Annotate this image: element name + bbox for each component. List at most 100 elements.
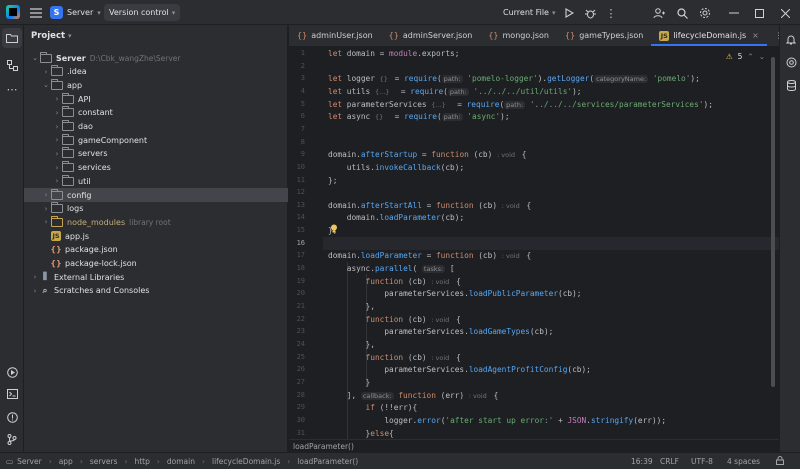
- navigation-path[interactable]: Server › app › servers › http › domain › lifecycle…: [17, 457, 358, 466]
- code-line[interactable]: function (cb) : void {: [328, 315, 461, 324]
- tree-item[interactable]: › ⌕ Scratches and Consoles: [24, 284, 288, 298]
- code-line[interactable]: domain.loadParameter(cb);: [328, 213, 464, 222]
- add-user-icon[interactable]: [648, 2, 670, 24]
- line-number[interactable]: 4: [289, 87, 305, 95]
- line-number[interactable]: 10: [289, 163, 305, 171]
- line-number[interactable]: 14: [289, 213, 305, 221]
- line-number[interactable]: 21: [289, 302, 305, 310]
- code-line[interactable]: ], callback: function (err) : void {: [328, 391, 498, 400]
- path-segment[interactable]: http: [134, 457, 149, 466]
- terminal-icon[interactable]: [2, 384, 22, 404]
- code-line[interactable]: let logger {} = require(path: 'pomelo-lo…: [328, 74, 700, 84]
- maximize-icon[interactable]: [748, 2, 770, 24]
- editor-tab[interactable]: {} adminUser.json: [289, 25, 381, 46]
- problems-icon[interactable]: [2, 407, 22, 427]
- chevron-right-icon[interactable]: ›: [41, 218, 51, 226]
- search-icon[interactable]: [671, 2, 693, 24]
- line-number[interactable]: 1: [289, 49, 305, 57]
- tree-item[interactable]: JS app.js: [24, 229, 288, 243]
- code-line[interactable]: async.parallel( tasks: [: [328, 264, 455, 274]
- path-segment[interactable]: loadParameter(): [297, 457, 358, 466]
- path-segment[interactable]: app: [59, 457, 73, 466]
- code-line[interactable]: let parameterServices {...} = require(pa…: [328, 100, 713, 109]
- line-number[interactable]: 13: [289, 201, 305, 209]
- debug-icon[interactable]: [579, 2, 601, 24]
- chevron-down-icon[interactable]: ⌄: [30, 54, 40, 62]
- editor-breadcrumb[interactable]: loadParameter(): [289, 439, 779, 452]
- tree-item[interactable]: › servers: [24, 147, 288, 161]
- chevron-up-icon[interactable]: ⌃: [747, 52, 753, 61]
- ai-assistant-icon[interactable]: [781, 52, 800, 72]
- project-selector[interactable]: S Server ▾: [50, 4, 101, 21]
- tree-item[interactable]: › gameComponent: [24, 133, 288, 147]
- caret-position[interactable]: 16:39: [631, 457, 653, 466]
- close-tab-icon[interactable]: ×: [752, 31, 759, 40]
- chevron-right-icon[interactable]: ›: [52, 136, 62, 144]
- code-line[interactable]: domain.loadParameter = function (cb) : v…: [328, 251, 531, 260]
- code-line[interactable]: logger.error('after start up error:' + J…: [328, 416, 666, 425]
- breadcrumb-function[interactable]: loadParameter(): [293, 442, 354, 451]
- main-menu-icon[interactable]: [28, 5, 44, 21]
- chevron-right-icon[interactable]: ›: [52, 177, 62, 185]
- code-line[interactable]: if (!!err){: [328, 403, 418, 412]
- line-number[interactable]: 17: [289, 251, 305, 259]
- chevron-down-icon[interactable]: ⌄: [41, 81, 51, 89]
- line-number[interactable]: 6: [289, 112, 305, 120]
- path-segment[interactable]: lifecycleDomain.js: [212, 457, 280, 466]
- line-number[interactable]: 30: [289, 416, 305, 424]
- notifications-bell-icon[interactable]: [781, 29, 800, 49]
- line-number[interactable]: 24: [289, 340, 305, 348]
- code-line[interactable]: let utils {...} = require(path: '../../.…: [328, 87, 581, 96]
- git-icon[interactable]: [2, 429, 22, 449]
- vcs-selector[interactable]: Version control ▾: [104, 4, 181, 21]
- editor-tab[interactable]: {} gameTypes.json: [557, 25, 651, 46]
- tree-item[interactable]: › config: [24, 188, 288, 202]
- chevron-right-icon[interactable]: ›: [41, 205, 51, 213]
- line-number[interactable]: 26: [289, 365, 305, 373]
- run-configuration-selector[interactable]: Current File ▾: [503, 4, 556, 21]
- line-number[interactable]: 28: [289, 391, 305, 399]
- tree-item[interactable]: › util: [24, 174, 288, 188]
- line-number[interactable]: 12: [289, 188, 305, 196]
- chevron-right-icon[interactable]: ›: [52, 95, 62, 103]
- chevron-right-icon[interactable]: ›: [30, 273, 40, 281]
- tree-item[interactable]: › logs: [24, 202, 288, 216]
- tree-item[interactable]: {} package.json: [24, 243, 288, 257]
- vertical-scrollbar[interactable]: [771, 57, 775, 387]
- chevron-right-icon[interactable]: ›: [41, 68, 51, 76]
- line-number[interactable]: 27: [289, 378, 305, 386]
- tree-item[interactable]: › dao: [24, 120, 288, 134]
- editor-tab[interactable]: JS lifecycleDomain.js ×: [651, 25, 767, 46]
- code-line[interactable]: }: [328, 378, 371, 387]
- path-segment[interactable]: servers: [90, 457, 118, 466]
- code-line[interactable]: parameterServices.loadPublicParameter(cb…: [328, 289, 581, 298]
- file-encoding[interactable]: UTF-8: [691, 457, 713, 466]
- chevron-right-icon[interactable]: ›: [52, 109, 62, 117]
- ide-logo-icon[interactable]: [6, 5, 20, 19]
- chevron-right-icon[interactable]: ›: [52, 164, 62, 172]
- code-line[interactable]: let async {} = require(path: 'async');: [328, 112, 510, 122]
- line-number[interactable]: 7: [289, 125, 305, 133]
- minimize-icon[interactable]: [723, 2, 745, 24]
- tree-item[interactable]: › constant: [24, 106, 288, 120]
- chevron-right-icon[interactable]: ›: [41, 191, 51, 199]
- line-separator[interactable]: CRLF: [660, 457, 679, 466]
- editor-tab[interactable]: {} mongo.json: [480, 25, 557, 46]
- run-icon[interactable]: [558, 2, 580, 24]
- line-number[interactable]: 22: [289, 315, 305, 323]
- code-line[interactable]: parameterServices.loadAgentProfitConfig(…: [328, 365, 591, 374]
- code-line[interactable]: let domain = module.exports;: [328, 49, 459, 58]
- code-line[interactable]: };: [328, 176, 337, 185]
- path-segment[interactable]: domain: [167, 457, 195, 466]
- code-line[interactable]: function (cb) : void {: [328, 277, 461, 286]
- indent-setting[interactable]: 4 spaces: [727, 457, 760, 466]
- code-line[interactable]: domain.afterStartAll = function (cb) : v…: [328, 201, 531, 210]
- lock-icon[interactable]: [776, 455, 784, 467]
- line-number[interactable]: 16: [289, 239, 305, 247]
- more-actions-icon[interactable]: ⋮: [600, 2, 622, 24]
- path-segment[interactable]: Server: [17, 457, 42, 466]
- tree-item[interactable]: ⌄ Server D:\Cbk_wangZhe\Server: [24, 51, 288, 65]
- code-editor[interactable]: 1 2 3 4 5 6 7 8 9 10 11 12 13 14 15 16 17 18 19 20 21 22 23 24 2…: [289, 47, 779, 439]
- tree-item[interactable]: › node_modules library root: [24, 215, 288, 229]
- line-number[interactable]: 29: [289, 403, 305, 411]
